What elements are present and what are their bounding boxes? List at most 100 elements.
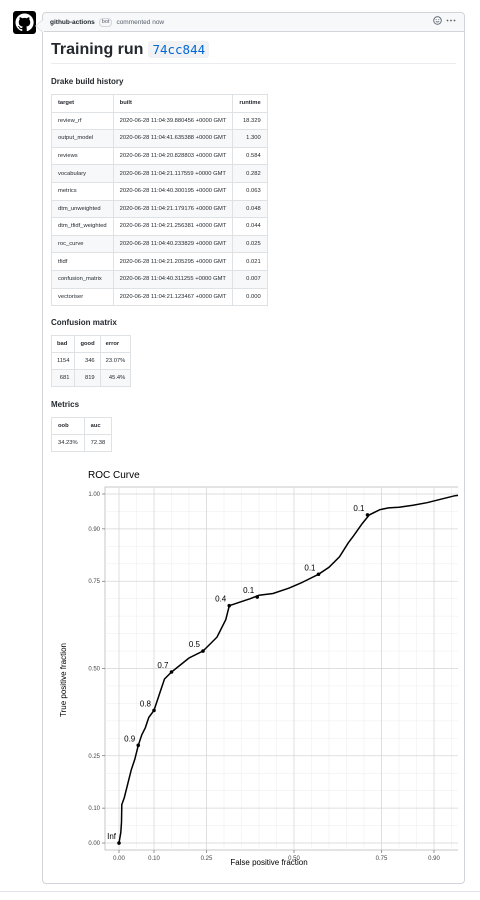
- table-row: roc_curve 2020-06-28 11:04:40.233829 +000…: [51, 234, 268, 254]
- cutoff-point: [136, 743, 141, 748]
- table-cell: 0.584: [232, 146, 268, 166]
- table-cell: 2020-06-28 11:04:40.311255 +0000 GMT: [112, 269, 234, 289]
- smiley-icon[interactable]: [433, 16, 442, 29]
- bot-badge: bot: [98, 17, 113, 27]
- table-cell: tfidf: [51, 252, 114, 271]
- y-tick-label: 0.10: [88, 806, 100, 812]
- cutoff-label: 0.8: [140, 699, 152, 708]
- table-cell: confusion_matrix: [51, 269, 114, 289]
- table-row: review_rf 2020-06-28 11:04:39.880456 +000…: [51, 111, 268, 131]
- table-cell: roc_curve: [51, 234, 114, 254]
- table-cell: 0.025: [232, 234, 268, 254]
- table-row: tfidf 2020-06-28 11:04:21.205295 +0000 GM…: [51, 252, 268, 271]
- chart-title: ROC Curve: [88, 470, 140, 481]
- x-tick-label: 0.00: [113, 856, 125, 862]
- table-cell: dtm_tfidf_weighted: [51, 217, 114, 236]
- metrics-title: Metrics: [51, 400, 80, 410]
- timeline-divider: [0, 891, 480, 892]
- table-cell: vectoriser: [51, 287, 114, 307]
- comment-header: github-actions bot commented now: [43, 13, 464, 32]
- table-cell: 2020-06-28 11:04:21.205295 +0000 GMT: [112, 252, 234, 271]
- x-tick-label: 0.25: [201, 856, 213, 862]
- table-row: output_model 2020-06-28 11:04:41.635388 +…: [51, 129, 268, 148]
- table-cell: 23.07%: [99, 352, 132, 371]
- table-row: 34.23% 72.38: [51, 434, 113, 453]
- table-row: 681 819 45.4%: [50, 369, 132, 388]
- table-cell: reviews: [51, 146, 114, 166]
- y-tick-label: 0.00: [88, 841, 100, 847]
- confusion-matrix-title: Confusion matrix: [51, 318, 117, 328]
- table-cell: 18.329: [232, 111, 268, 131]
- cutoff-point: [201, 649, 205, 653]
- y-tick-label: 0.90: [88, 527, 100, 533]
- confusion-matrix-table: bad good error 1154 346 23.07% 681 819 45.4%: [50, 335, 132, 388]
- roc-chart: ROC Curve 0.00 0.10 0.25 0.50 0.75 0.90 1.00 0.…: [58, 465, 480, 890]
- table-cell: 1154: [50, 352, 76, 371]
- column-header: target: [51, 94, 114, 113]
- table-cell: 2020-06-28 11:04:40.233829 +0000 GMT: [112, 234, 234, 254]
- github-logo-icon: [15, 13, 34, 32]
- build-history-title: Drake build history: [51, 77, 124, 86]
- cutoff-label: 0.1: [304, 563, 316, 572]
- table-row: vectoriser 2020-06-28 11:04:21.123467 +00…: [51, 287, 268, 307]
- y-tick-label: 0.25: [88, 754, 100, 760]
- table-cell: 72.38: [83, 434, 113, 453]
- table-cell: 2020-06-28 11:04:21.256381 +0000 GMT: [112, 217, 234, 236]
- column-header: runtime: [232, 94, 268, 113]
- cutoff-label: 0.4: [215, 595, 227, 604]
- cutoff-label: Inf: [107, 832, 117, 841]
- x-axis-label: False positive fraction: [230, 858, 307, 867]
- column-header: bad: [50, 335, 76, 354]
- comment-timestamp[interactable]: commented now: [116, 19, 164, 26]
- comment-box: github-actions bot commented now Trainin…: [35, 12, 480, 884]
- column-header: built: [112, 94, 234, 113]
- cutoff-label: 0.9: [124, 734, 136, 743]
- table-row: vocabulary 2020-06-28 11:04:21.117559 +00…: [51, 164, 268, 183]
- table-cell: 346: [74, 352, 101, 371]
- table-row: confusion_matrix 2020-06-28 11:04:40.3112…: [51, 269, 268, 289]
- table-cell: dtm_unweighted: [51, 199, 114, 219]
- table-cell: 2020-06-28 11:04:40.300195 +0000 GMT: [112, 181, 234, 201]
- table-cell: 45.4%: [99, 369, 132, 388]
- table-cell: 0.048: [232, 199, 268, 219]
- cutoff-label: 0.1: [243, 586, 255, 595]
- cutoff-label: 0.1: [353, 504, 365, 513]
- metrics-table: oob auc 34.23% 72.38: [51, 417, 113, 453]
- table-cell: 0.063: [232, 181, 268, 201]
- table-cell: 1.300: [232, 129, 268, 148]
- comment-body: Training run 74cc844 Drake build history…: [43, 32, 464, 453]
- table-cell: metrics: [51, 181, 114, 201]
- column-header: auc: [83, 417, 113, 436]
- cutoff-label: 0.5: [189, 640, 201, 649]
- table-cell: 2020-06-28 11:04:39.880456 +0000 GMT: [112, 111, 234, 131]
- github-avatar[interactable]: [13, 11, 36, 34]
- x-tick-label: 0.90: [428, 856, 440, 862]
- table-cell: 0.007: [232, 269, 268, 289]
- commit-sha[interactable]: 74cc844: [148, 41, 210, 58]
- y-tick-label: 0.50: [88, 667, 100, 673]
- table-cell: 681: [50, 369, 76, 388]
- cutoff-point: [227, 603, 232, 608]
- table-cell: 2020-06-28 11:04:21.117559 +0000 GMT: [112, 164, 234, 183]
- table-cell: 0.044: [232, 217, 268, 236]
- table-row: dtm_unweighted 2020-06-28 11:04:21.179176…: [51, 199, 268, 219]
- author-link[interactable]: github-actions: [50, 19, 95, 26]
- kebab-horizontal-icon[interactable]: [446, 16, 456, 29]
- table-row: metrics 2020-06-28 11:04:40.300195 +0000 …: [51, 181, 268, 201]
- table-cell: 2020-06-28 11:04:21.179176 +0000 GMT: [112, 199, 234, 219]
- cutoff-point: [316, 572, 321, 577]
- table-cell: output_model: [51, 129, 114, 148]
- build-history-table: target built runtime review_rf 2020-06-28 1…: [51, 94, 268, 307]
- table-row: reviews 2020-06-28 11:04:20.828803 +0000 …: [51, 146, 268, 166]
- table-cell: 0.000: [232, 287, 268, 307]
- y-tick-label: 1.00: [88, 492, 100, 498]
- column-header: oob: [51, 417, 85, 436]
- column-header: error: [99, 335, 132, 354]
- page-title: Training run 74cc844: [51, 40, 456, 64]
- cutoff-point: [255, 595, 260, 599]
- table-cell: 34.23%: [51, 434, 85, 453]
- cutoff-label: 0.7: [157, 661, 169, 670]
- table-row: dtm_tfidf_weighted 2020-06-28 11:04:21.25…: [51, 217, 268, 236]
- table-cell: 0.021: [232, 252, 268, 271]
- roc-chart-svg: ROC Curve 0.00 0.10 0.25 0.50 0.75 0.90 1.00 0.…: [59, 470, 480, 867]
